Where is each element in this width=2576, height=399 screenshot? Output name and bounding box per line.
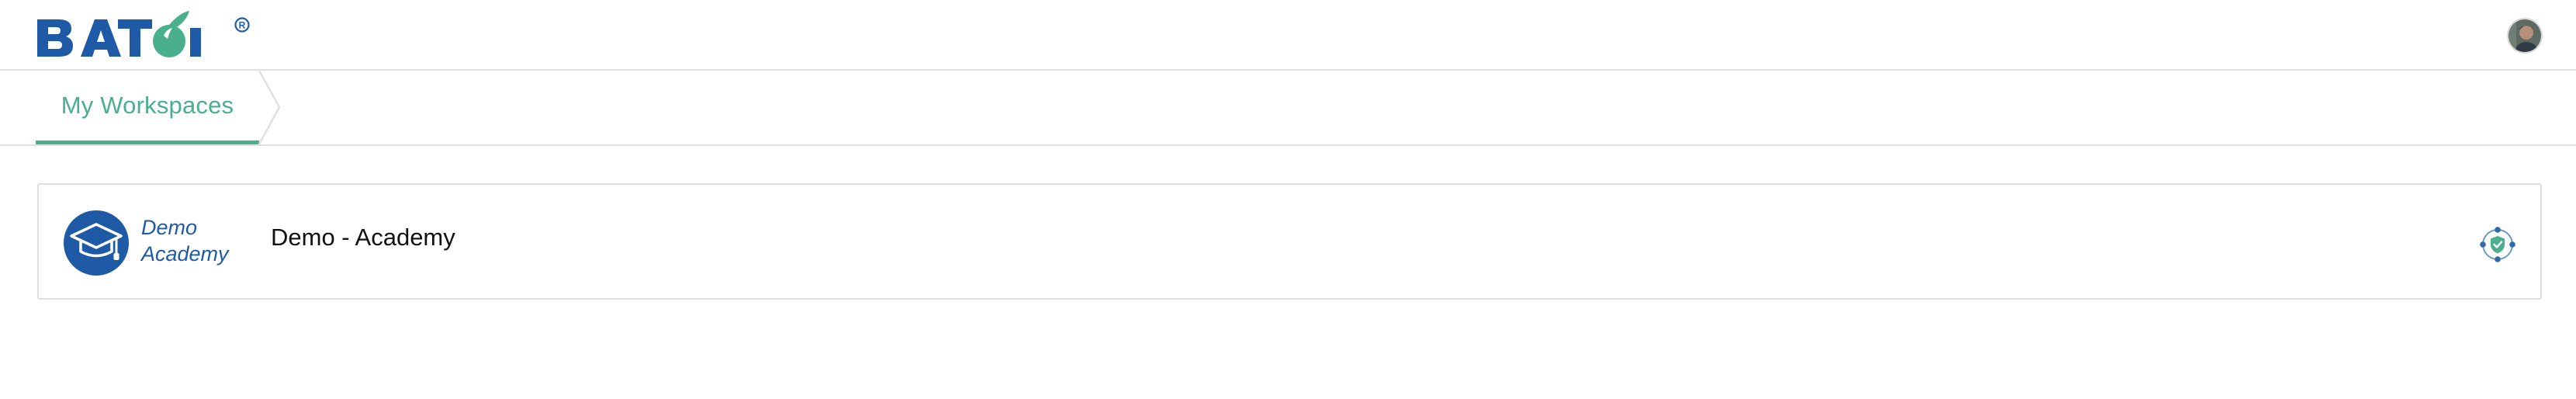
user-avatar[interactable] bbox=[2507, 18, 2543, 54]
workspace-logo-line2: Academy bbox=[141, 242, 229, 265]
admin-shield-icon[interactable] bbox=[2477, 224, 2519, 265]
workspace-logo-line1: Demo bbox=[141, 216, 198, 239]
breadcrumb-label: My Workspaces bbox=[61, 92, 234, 119]
chevron-right-icon bbox=[258, 71, 281, 144]
graduation-cap-icon bbox=[70, 223, 123, 260]
workspace-name[interactable]: Demo - Academy bbox=[271, 224, 455, 252]
workspace-card[interactable]: Demo Academy Demo - Academy bbox=[37, 183, 2542, 300]
workspace-logo-text: Demo Academy bbox=[141, 214, 250, 267]
workspace-logo bbox=[64, 210, 129, 276]
batoi-logo[interactable]: R bbox=[36, 9, 253, 61]
top-header: R bbox=[0, 0, 2576, 71]
breadcrumb-item-my-workspaces[interactable]: My Workspaces bbox=[36, 71, 259, 144]
breadcrumb: My Workspaces bbox=[0, 71, 2576, 146]
svg-text:R: R bbox=[239, 20, 246, 31]
